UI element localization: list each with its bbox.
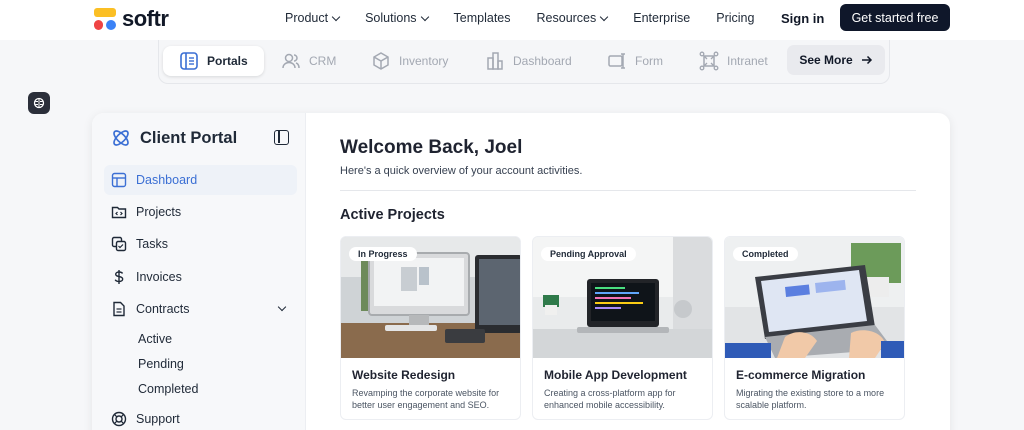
tab-intranet[interactable]: Intranet — [699, 46, 768, 76]
arrow-right-icon — [861, 55, 872, 65]
tab-crm[interactable]: CRM — [281, 46, 336, 76]
divider — [340, 190, 916, 191]
document-icon — [113, 301, 125, 317]
sidebar-item-invoices[interactable]: Invoices — [104, 262, 297, 292]
project-card[interactable]: Completed E-commerce Migration Migrating… — [724, 236, 905, 420]
portal-header: Client Portal — [110, 127, 237, 149]
sidebar-item-dashboard[interactable]: Dashboard — [104, 165, 297, 195]
nav-product[interactable]: Product — [285, 11, 341, 25]
project-card[interactable]: In Progress Website Redesign Revamping t… — [340, 236, 521, 420]
sign-in-link[interactable]: Sign in — [781, 11, 824, 26]
project-title: Website Redesign — [352, 368, 456, 382]
layout-icon — [111, 172, 127, 188]
tasks-icon — [111, 236, 127, 252]
project-title: E-commerce Migration — [736, 368, 866, 382]
nav-links: Product Solutions Templates Resources En… — [285, 11, 780, 25]
project-description: Revamping the corporate website for bett… — [352, 388, 500, 410]
network-icon — [699, 51, 719, 71]
client-portal-preview: Client Portal Dashboard Projects Tasks I… — [92, 113, 950, 430]
status-badge: In Progress — [349, 247, 417, 261]
portal-title: Client Portal — [140, 128, 238, 147]
nav-templates[interactable]: Templates — [454, 11, 511, 25]
status-badge: Completed — [733, 247, 798, 261]
users-icon — [282, 53, 300, 69]
nav-resources[interactable]: Resources — [537, 11, 609, 25]
nav-solutions[interactable]: Solutions — [365, 11, 429, 25]
status-badge: Pending Approval — [541, 247, 636, 261]
sidebar-subitem-pending[interactable]: Pending — [138, 357, 184, 371]
project-card[interactable]: Pending Approval Mobile App Development … — [532, 236, 713, 420]
nav-enterprise[interactable]: Enterprise — [633, 11, 690, 25]
box-icon — [373, 52, 389, 70]
chevron-down-icon — [331, 12, 341, 21]
see-more-button[interactable]: See More — [787, 45, 885, 75]
portal-icon — [180, 52, 198, 70]
overview-text: Here's a quick overview of your account … — [340, 165, 583, 177]
widget-toggle-button[interactable] — [28, 92, 50, 114]
softr-logo[interactable]: softr — [94, 6, 169, 32]
tab-inventory[interactable]: Inventory — [371, 46, 448, 76]
chevron-down-icon — [420, 12, 429, 21]
project-title: Mobile App Development — [544, 368, 687, 382]
portal-sidebar: Client Portal Dashboard Projects Tasks I… — [92, 113, 306, 430]
get-started-button[interactable]: Get started free — [840, 4, 950, 31]
sidebar-item-support[interactable]: Support — [104, 404, 297, 430]
sidebar-item-projects[interactable]: Projects — [104, 197, 297, 227]
chevron-down-icon — [277, 302, 287, 312]
softr-logo-icon — [94, 8, 116, 30]
dollar-icon — [114, 270, 124, 284]
section-title: Active Projects — [340, 207, 445, 223]
sidebar-item-contracts[interactable]: Contracts — [104, 294, 297, 324]
lifebuoy-icon — [111, 411, 127, 427]
welcome-heading: Welcome Back, Joel — [340, 137, 523, 158]
collapse-sidebar-icon[interactable] — [274, 130, 289, 145]
form-icon — [608, 53, 625, 69]
tab-form[interactable]: Form — [607, 46, 663, 76]
tab-portals[interactable]: Portals — [163, 46, 264, 76]
sidebar-item-tasks[interactable]: Tasks — [104, 229, 297, 259]
project-description: Creating a cross-platform app for enhanc… — [544, 388, 676, 410]
brain-icon — [33, 97, 45, 109]
brand-name: softr — [122, 6, 169, 31]
sidebar-subitem-completed[interactable]: Completed — [138, 382, 198, 396]
tab-dashboard[interactable]: Dashboard — [485, 46, 572, 76]
template-tabs: Portals CRM Inventory Dashboard Form Int… — [158, 40, 890, 84]
chevron-down-icon — [600, 12, 609, 21]
project-description: Migrating the existing store to a more s… — [736, 388, 885, 410]
atom-icon — [113, 130, 129, 146]
folder-code-icon — [111, 206, 127, 219]
sidebar-subitem-active[interactable]: Active — [138, 332, 172, 346]
nav-pricing[interactable]: Pricing — [716, 11, 754, 25]
top-navbar: softr Product Solutions Templates Resour… — [0, 0, 1024, 40]
building-icon — [487, 52, 503, 70]
